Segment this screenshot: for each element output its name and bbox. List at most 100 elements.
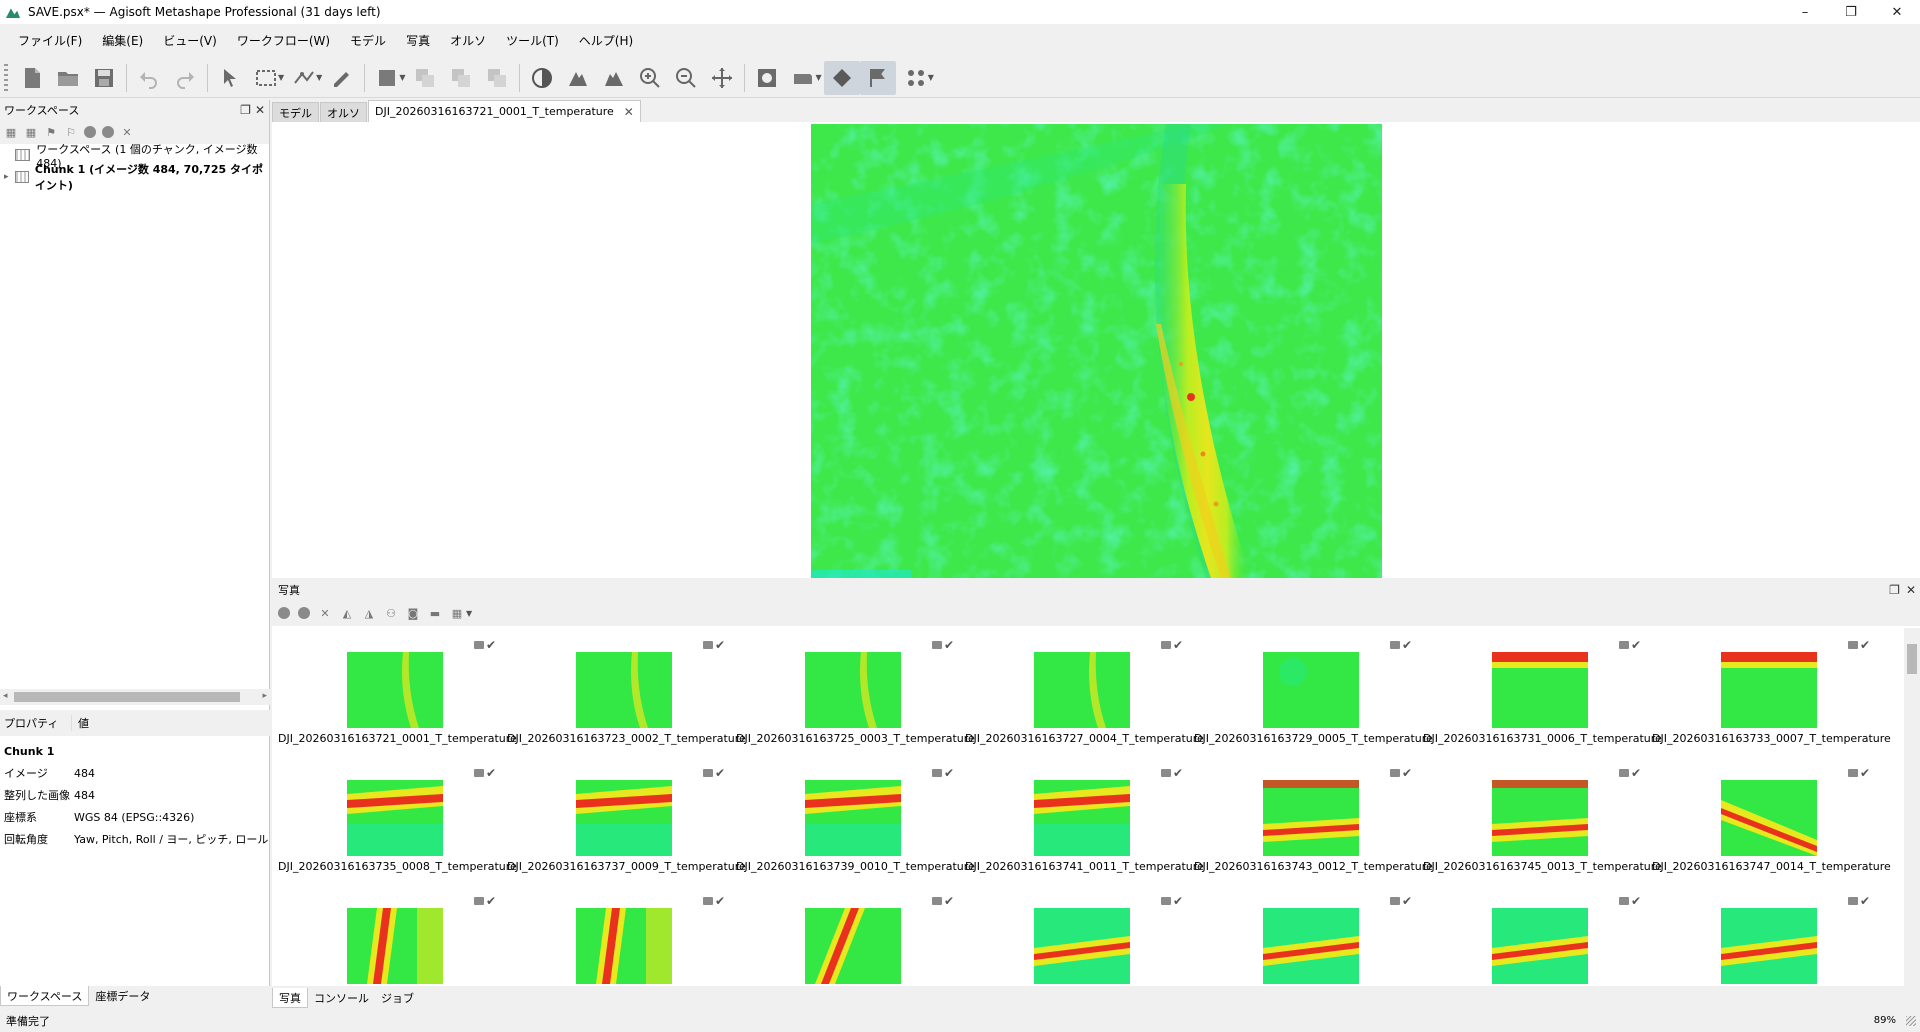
photo-thumbnail-item[interactable]: ✔ DJI_20260316163731_0006_T_temperature [1423,628,1662,756]
add-item-icon[interactable]: ⚐ [64,125,78,139]
camera-view-button[interactable] [785,61,821,95]
photo-thumbnail-item[interactable]: ✔ [965,884,1193,986]
photo-thumbnail-image[interactable] [1263,780,1359,856]
scrollbar-thumb[interactable] [14,692,240,702]
tab-ortho[interactable]: オルソ [320,102,367,122]
workspace-horizontal-scrollbar[interactable]: ◂ ▸ [0,689,270,705]
expand-arrow-icon[interactable]: ▸ [4,172,15,182]
photo-thumbnail-image[interactable] [1492,652,1588,728]
ruler-measure-button[interactable] [286,61,322,95]
menu-view[interactable]: ビュー(V) [153,32,227,49]
tab-model[interactable]: モデル [272,102,319,122]
photo-thumbnail-item[interactable]: ✔ DJI_20260316163743_0012_T_temperature [1194,756,1433,884]
property-row[interactable]: イメージ 484 [0,762,270,784]
photo-thumbnail-item[interactable]: ✔ [507,884,735,986]
disable-camera-icon[interactable] [298,607,310,619]
photo-thumbnail-item[interactable]: ✔ DJI_20260316163739_0010_T_temperature [736,756,975,884]
property-column-header[interactable]: プロパティ [0,715,72,731]
menu-file[interactable]: ファイル(F) [8,32,92,49]
photo-thumbnail-item[interactable]: ✔ DJI_20260316163725_0003_T_temperature [736,628,975,756]
photo-thumbnail-image[interactable] [805,652,901,728]
remove-camera-icon[interactable]: ✕ [318,606,332,620]
model-view-button[interactable] [369,61,405,95]
add-marker-icon[interactable]: ⚑ [44,125,58,139]
contrast-button[interactable] [524,61,560,95]
photo-thumbnail-image[interactable] [1034,780,1130,856]
photos-vertical-scrollbar[interactable] [1904,628,1920,986]
camera-icon[interactable]: ▬ [428,606,442,620]
close-icon[interactable]: ✕ [255,103,265,117]
undock-icon[interactable]: ❐ [1889,583,1900,597]
photo-thumbnail-image[interactable] [1034,908,1130,984]
photo-thumbnail-item[interactable]: ✔ [1652,884,1880,986]
open-folder-button[interactable] [50,61,86,95]
menu-edit[interactable]: 編集(E) [92,32,153,49]
chevron-down-icon[interactable]: ▼ [466,609,472,618]
property-row[interactable]: 整列した画像 484 [0,784,270,806]
photo-thumbnail-image[interactable] [347,780,443,856]
photo-viewer[interactable] [272,122,1920,578]
zoom-in-button[interactable] [632,61,668,95]
maximize-button[interactable]: ❐ [1828,0,1874,24]
chunk-tree-item[interactable]: ▸ Chunk 1 (イメージ数 484, 70,725 タイポイント) [0,163,269,192]
close-tab-icon[interactable]: ✕ [624,105,634,119]
tab-workspace[interactable]: ワークスペース [0,986,90,1006]
photo-thumbnail-image[interactable] [576,908,672,984]
show-markers-button[interactable] [823,60,860,95]
toolbar-grip[interactable] [4,63,8,92]
menu-ortho[interactable]: オルソ [440,32,496,49]
layer-subtract-button[interactable] [479,61,515,95]
menu-model[interactable]: モデル [340,32,396,49]
photo-thumbnail-item[interactable]: ✔ DJI_20260316163733_0007_T_temperature [1652,628,1891,756]
photo-thumbnail-image[interactable] [1263,652,1359,728]
menu-workflow[interactable]: ワークフロー(W) [227,32,340,49]
resize-grip-icon[interactable] [1906,1016,1916,1026]
tab-jobs[interactable]: ジョブ [375,988,420,1008]
disable-icon[interactable] [102,126,114,138]
scrollbar-thumb[interactable] [1907,644,1917,674]
rotate-left-icon[interactable]: ◭ [340,606,354,620]
save-button[interactable] [86,61,122,95]
photo-thumbnail-item[interactable]: ✔ DJI_20260316163723_0002_T_temperature [507,628,746,756]
close-window-button[interactable]: ✕ [1874,0,1920,24]
remove-icon[interactable]: ✕ [120,125,134,139]
tab-reference[interactable]: 座標データ [89,986,156,1006]
rotate-right-icon[interactable]: ◮ [362,606,376,620]
photo-thumbnail-image[interactable] [1721,908,1817,984]
photo-thumbnail-item[interactable]: ✔ DJI_20260316163735_0008_T_temperature [278,756,517,884]
photo-thumbnail-item[interactable]: ✔ [278,884,506,986]
navigation-tool-button[interactable] [212,61,248,95]
photo-thumbnail-item[interactable]: ✔ [1194,884,1422,986]
value-column-header[interactable]: 値 [72,715,89,731]
enable-camera-icon[interactable] [278,607,290,619]
scroll-right-icon[interactable]: ▸ [262,691,267,701]
photo-thumbnail-image[interactable] [347,908,443,984]
photo-thumbnail-image[interactable] [576,780,672,856]
grid-view-icon[interactable]: ▦ [450,606,464,620]
undo-button[interactable] [131,61,167,95]
mask-icon[interactable]: ◙ [406,606,420,620]
tab-console[interactable]: コンソール [308,988,375,1008]
photo-thumbnail-image[interactable] [1034,652,1130,728]
rotate-left-button[interactable] [560,61,596,95]
show-flags-button[interactable] [859,60,896,95]
binoculars-icon[interactable]: ⚇ [384,606,398,620]
mask-button[interactable] [749,61,785,95]
layer-copy-button[interactable] [407,61,443,95]
new-document-button[interactable] [14,61,50,95]
menu-help[interactable]: ヘルプ(H) [569,32,643,49]
tab-photo-view[interactable]: DJI_20260316163721_0001_T_temperature ✕ [368,100,641,122]
photo-thumbnail-image[interactable] [805,908,901,984]
show-points-button[interactable] [898,61,934,95]
tab-photos[interactable]: 写真 [272,988,308,1008]
rectangle-selection-button[interactable] [248,61,284,95]
fit-view-button[interactable] [704,61,740,95]
photo-thumbnail-item[interactable]: ✔ DJI_20260316163745_0013_T_temperature [1423,756,1662,884]
photo-thumbnail-image[interactable] [1492,908,1588,984]
add-photos-icon[interactable]: ▦ [24,125,38,139]
photo-thumbnail-item[interactable]: ✔ DJI_20260316163721_0001_T_temperature [278,628,517,756]
photo-thumbnail-image[interactable] [1721,780,1817,856]
photo-thumbnail-image[interactable] [1492,780,1588,856]
add-chunk-icon[interactable]: ▦ [4,125,18,139]
menu-photo[interactable]: 写真 [396,32,440,49]
